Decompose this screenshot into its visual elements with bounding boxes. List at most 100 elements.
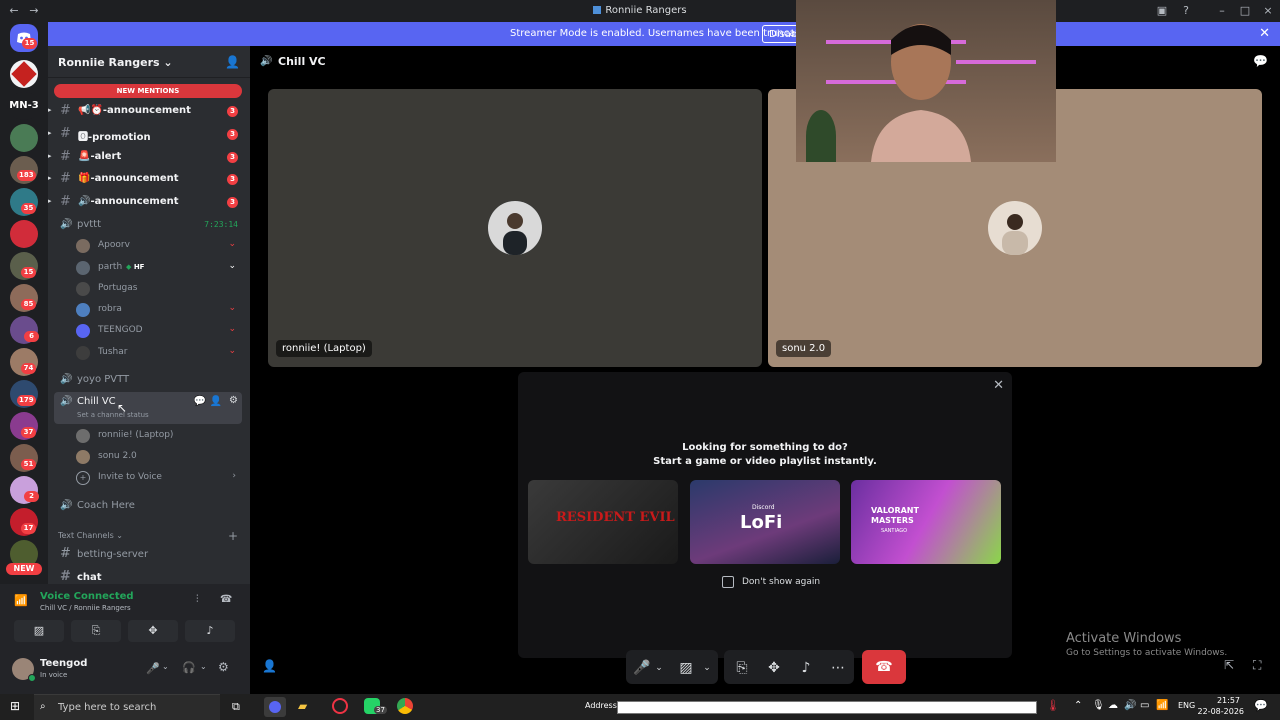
headphones-icon[interactable]: 🎧	[182, 661, 196, 674]
disconnect-call-button[interactable]: ☎	[862, 650, 906, 684]
add-people-icon[interactable]: 👤	[262, 659, 277, 673]
voice-user[interactable]: sonu 2.0	[76, 447, 246, 467]
wifi-icon[interactable]: 📶	[1156, 700, 1168, 711]
camera-options-chevron-icon[interactable]: ⌄	[696, 652, 718, 684]
voice-call-area: 🔊 Chill VC 💬 ronniie! (Laptop) sonu 2.0 …	[250, 0, 1280, 694]
noise-suppression-icon[interactable]: ⫶	[196, 594, 199, 605]
more-options-icon[interactable]: ⋯	[822, 652, 854, 684]
popout-icon[interactable]: ⇱	[1224, 658, 1234, 672]
hash-icon: #	[60, 126, 71, 141]
language-indicator[interactable]: ENG	[1178, 701, 1195, 710]
add-channel-icon[interactable]: +	[228, 529, 238, 543]
card-title: RESIDENT EVIL	[556, 510, 675, 525]
settings-gear-icon[interactable]: ⚙	[229, 395, 238, 406]
participant-tile[interactable]: ronniie! (Laptop)	[268, 89, 762, 367]
voice-user[interactable]: ronniie! (Laptop)	[76, 426, 246, 446]
channel-alert[interactable]: ▸ # 🚨-alert 3	[48, 147, 248, 167]
soundboard-button[interactable]: ♪	[185, 620, 235, 642]
notification-badge: 35	[21, 203, 36, 214]
battery-icon[interactable]: ▭	[1140, 700, 1149, 711]
close-window-button[interactable]: ×	[1260, 3, 1276, 19]
server-icon[interactable]	[10, 220, 38, 248]
invite-to-voice[interactable]: + Invite to Voice ›	[76, 468, 246, 488]
clock-date[interactable]: 22-08-2026	[1196, 707, 1245, 716]
minimize-button[interactable]: –	[1214, 3, 1230, 19]
activities-button[interactable]: ✥	[758, 652, 790, 684]
cloud-icon[interactable]: ☁	[1108, 700, 1118, 711]
server-header[interactable]: Ronniie Rangers ⌄ 👤	[48, 46, 250, 78]
activities-button[interactable]: ✥	[128, 620, 178, 642]
voice-user[interactable]: Apoorv ⌄	[76, 236, 246, 256]
voice-user[interactable]: parth ◆ HF ⌄	[76, 258, 246, 278]
voice-channel-path[interactable]: Chill VC / Ronniie Rangers	[40, 604, 131, 612]
close-icon[interactable]: ✕	[993, 378, 1004, 393]
new-mentions-pill[interactable]: NEW MENTIONS	[54, 84, 242, 98]
channel-announcement-3[interactable]: ▸ # 🔊-announcement 3	[48, 192, 248, 212]
add-member-icon[interactable]: 👤	[225, 55, 240, 69]
notification-badge: 51	[21, 459, 36, 470]
windows-start-icon[interactable]: ⊞	[10, 699, 20, 713]
task-view-icon[interactable]: ⧉	[232, 700, 240, 714]
microphone-icon[interactable]: 🎙	[1092, 700, 1105, 711]
app-icon[interactable]	[332, 698, 348, 714]
activity-suggestion-popup: ✕ Looking for something to do? Start a g…	[518, 372, 1012, 658]
notification-badge: 15	[22, 38, 37, 49]
popup-subheading: Start a game or video playlist instantly…	[653, 456, 877, 467]
dont-show-checkbox[interactable]	[722, 576, 734, 588]
chat-bubble-icon[interactable]: 💬	[1253, 54, 1268, 68]
address-input[interactable]	[617, 701, 1037, 714]
voice-user[interactable]: Portugas	[76, 279, 246, 299]
taskbar-discord[interactable]	[264, 697, 286, 717]
activity-card-lofi[interactable]: Discord LoFi	[690, 480, 840, 564]
clock-time[interactable]: 21:57	[1200, 696, 1240, 705]
inbox-icon[interactable]: ▣	[1154, 3, 1170, 19]
help-icon[interactable]: ?	[1178, 3, 1194, 19]
screen-share-button[interactable]: ⎘	[726, 652, 758, 684]
user-settings-gear-icon[interactable]: ⚙	[218, 660, 229, 674]
person-silhouette	[866, 20, 976, 162]
voice-channel-coach[interactable]: 🔊 Coach Here	[48, 496, 248, 516]
taskbar-search[interactable]: ⌕ Type here to search	[34, 694, 220, 720]
file-explorer-icon[interactable]: ▰	[298, 699, 307, 713]
chevron-down-icon[interactable]: ⌄	[200, 662, 207, 671]
activity-card-valorant[interactable]: VALORANT MASTERS SANTIAGO	[851, 480, 1001, 564]
screen-share-button[interactable]: ⎘	[71, 620, 121, 642]
mic-options-chevron-icon[interactable]: ⌄	[648, 652, 670, 684]
speaker-icon: 🔊	[60, 396, 73, 407]
voice-user[interactable]: Tushar ⌄	[76, 343, 246, 363]
volume-icon[interactable]: 🔊	[1124, 700, 1136, 711]
voice-user[interactable]: robra ⌄	[76, 300, 246, 320]
chat-icon[interactable]: 💬	[194, 396, 206, 407]
server-icon-mn3[interactable]: MN-3	[7, 92, 41, 120]
activate-windows-subtitle: Go to Settings to activate Windows.	[1066, 648, 1228, 658]
chrome-icon[interactable]	[397, 698, 413, 714]
channel-announcement-2[interactable]: ▸ # 🎁-announcement 3	[48, 169, 248, 189]
activity-card-resident-evil[interactable]: RESIDENT EVIL	[528, 480, 678, 564]
voice-channel-yoyo[interactable]: 🔊 yoyo PVTT	[48, 370, 248, 390]
channel-betting-server[interactable]: # betting-server	[48, 545, 248, 565]
fullscreen-icon[interactable]: ⛶	[1253, 658, 1261, 673]
microphone-icon[interactable]: 🎤	[146, 662, 160, 675]
voice-channel-chill-vc[interactable]: 🔊 Chill VC Set a channel status 💬 👤 ⚙	[54, 392, 242, 424]
category-text-channels[interactable]: Text Channels ⌄	[58, 531, 123, 540]
discord-icon	[269, 701, 281, 713]
camera-off-button[interactable]: ▨	[14, 620, 64, 642]
webcam-overlay	[796, 0, 1056, 162]
server-icon-rangers[interactable]	[10, 60, 38, 88]
invite-icon[interactable]: 👤	[210, 396, 222, 407]
voice-channel-pvttt[interactable]: 🔊 pvttt 7:23:14	[48, 215, 248, 235]
notification-center-icon[interactable]: 💬	[1254, 699, 1268, 712]
maximize-button[interactable]: □	[1237, 3, 1253, 19]
chevron-up-icon[interactable]: ⌃	[1074, 700, 1082, 711]
channel-announcement-1[interactable]: ▸ # 📢⏰-announcement 3	[48, 101, 248, 121]
channel-promotion[interactable]: ▸ # 🅾-promotion 3	[48, 124, 248, 144]
deafened-icon: ⌄	[228, 239, 236, 249]
disconnect-icon[interactable]: ☎	[220, 594, 232, 605]
voice-user[interactable]: TEENGOD ⌄	[76, 321, 246, 341]
close-icon[interactable]: ✕	[1259, 26, 1270, 41]
channel-sidebar: Ronniie Rangers ⌄ 👤 NEW MENTIONS ▸ # 📢⏰-an…	[48, 46, 250, 584]
channel-status[interactable]: Set a channel status	[77, 411, 149, 419]
soundboard-button[interactable]: ♪	[790, 652, 822, 684]
server-icon[interactable]	[10, 124, 38, 152]
chevron-down-icon[interactable]: ⌄	[162, 662, 169, 671]
